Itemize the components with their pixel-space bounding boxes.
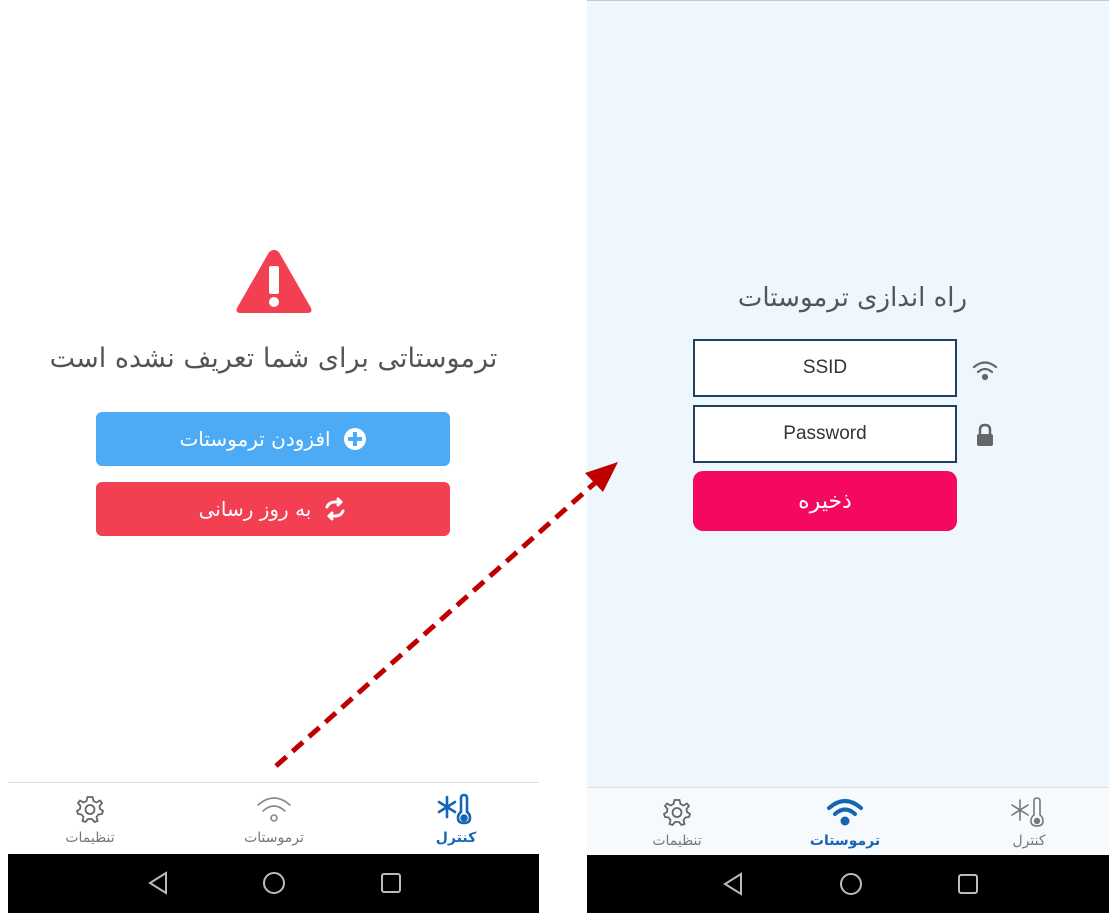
nav-thermostats[interactable]: ترموستات bbox=[785, 788, 905, 855]
nav-thermostats-label: ترموستات bbox=[809, 832, 881, 849]
right-screen: راه اندازی ترموستات ذخیره تنظیمات bbox=[587, 0, 1109, 913]
bottom-nav: تنظیمات ترموستات کنترل bbox=[587, 787, 1109, 855]
nav-control-label: کنترل bbox=[435, 829, 477, 846]
ssid-field[interactable] bbox=[693, 339, 957, 397]
refresh-label: به روز رسانی bbox=[198, 497, 312, 521]
save-button[interactable]: ذخیره bbox=[693, 471, 957, 531]
nav-control[interactable]: کنترل bbox=[396, 783, 516, 854]
empty-message: ترموستاتی برای شما تعریف نشده است bbox=[49, 343, 498, 374]
nav-settings-label: تنظیمات bbox=[65, 829, 115, 846]
back-icon[interactable] bbox=[144, 868, 174, 898]
system-nav-bar bbox=[587, 855, 1109, 913]
recents-icon[interactable] bbox=[953, 869, 983, 899]
warning-icon bbox=[236, 250, 312, 313]
add-thermostat-label: افزودن ترموستات bbox=[179, 427, 331, 451]
nav-thermostats-label: ترموستات bbox=[244, 829, 304, 846]
home-icon[interactable] bbox=[259, 868, 289, 898]
nav-settings-label: تنظیمات bbox=[652, 832, 702, 849]
password-field[interactable] bbox=[693, 405, 957, 463]
snowflake-thermometer-icon bbox=[436, 792, 476, 826]
wifi-icon bbox=[825, 795, 865, 829]
bottom-nav: تنظیمات ترموستات کنترل bbox=[8, 782, 539, 854]
gear-icon bbox=[657, 795, 697, 829]
snowflake-thermometer-icon bbox=[1009, 795, 1049, 829]
nav-control[interactable]: کنترل bbox=[969, 788, 1089, 855]
plus-circle-icon bbox=[343, 427, 367, 451]
nav-settings[interactable]: تنظیمات bbox=[617, 788, 737, 855]
back-icon[interactable] bbox=[719, 869, 749, 899]
recents-icon[interactable] bbox=[376, 868, 406, 898]
left-screen: ترموستاتی برای شما تعریف نشده است افزودن… bbox=[8, 0, 539, 913]
lock-icon bbox=[971, 421, 999, 449]
nav-control-label: کنترل bbox=[1012, 832, 1046, 849]
nav-thermostats[interactable]: ترموستات bbox=[214, 783, 334, 854]
setup-title: راه اندازی ترموستات bbox=[737, 283, 968, 313]
system-nav-bar bbox=[8, 854, 539, 913]
refresh-button[interactable]: به روز رسانی bbox=[96, 482, 450, 536]
wifi-icon bbox=[971, 356, 999, 384]
nav-settings[interactable]: تنظیمات bbox=[30, 783, 150, 854]
wifi-icon bbox=[254, 792, 294, 826]
add-thermostat-button[interactable]: افزودن ترموستات bbox=[96, 412, 450, 466]
refresh-icon bbox=[323, 497, 347, 521]
home-icon[interactable] bbox=[836, 869, 866, 899]
gear-icon bbox=[70, 792, 110, 826]
